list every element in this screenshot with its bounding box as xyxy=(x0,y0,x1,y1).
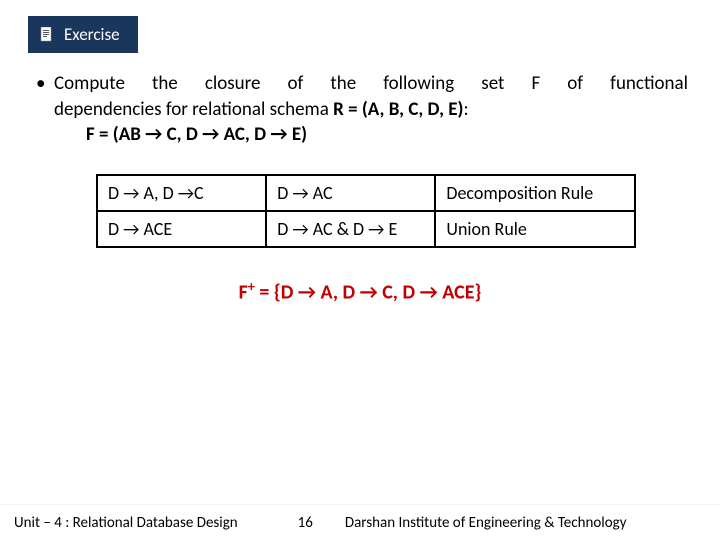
cell-derivation: D → AC xyxy=(266,175,435,211)
footer-unit: Unit – 4 : Relational Database Design xyxy=(14,514,238,532)
bullet-content: • Compute the closure of the following s… xyxy=(32,71,688,148)
closure-result: F+ = {D → A, D → C, D → ACE} xyxy=(0,278,720,305)
cell-result: D → A, D →C xyxy=(97,175,266,211)
footer: Unit – 4 : Relational Database Design 16… xyxy=(0,504,720,540)
bullet-marker: • xyxy=(32,71,54,148)
slide-title: Exercise xyxy=(64,24,120,45)
table-row: D → ACE D → AC & D → E Union Rule xyxy=(97,211,635,247)
table-row: D → A, D →C D → AC Decomposition Rule xyxy=(97,175,635,211)
bullet-line-2: dependencies for relational schema R = (… xyxy=(54,97,688,123)
bullet-text: Compute the closure of the following set… xyxy=(54,71,688,148)
cell-result: D → ACE xyxy=(97,211,266,247)
slide-title-tab: Exercise xyxy=(28,16,138,53)
cell-rule: Union Rule xyxy=(435,211,635,247)
rules-table: D → A, D →C D → AC Decomposition Rule D … xyxy=(96,174,636,248)
footer-page: 16 xyxy=(298,514,313,532)
document-icon xyxy=(40,27,54,43)
bullet-line-1: Compute the closure of the following set… xyxy=(54,71,688,97)
footer-institute: Darshan Institute of Engineering & Techn… xyxy=(345,514,706,532)
rules-table-wrap: D → A, D →C D → AC Decomposition Rule D … xyxy=(96,174,636,248)
bullet-line-3: F = (AB → C, D → AC, D → E) xyxy=(86,122,688,148)
cell-derivation: D → AC & D → E xyxy=(266,211,435,247)
cell-rule: Decomposition Rule xyxy=(435,175,635,211)
